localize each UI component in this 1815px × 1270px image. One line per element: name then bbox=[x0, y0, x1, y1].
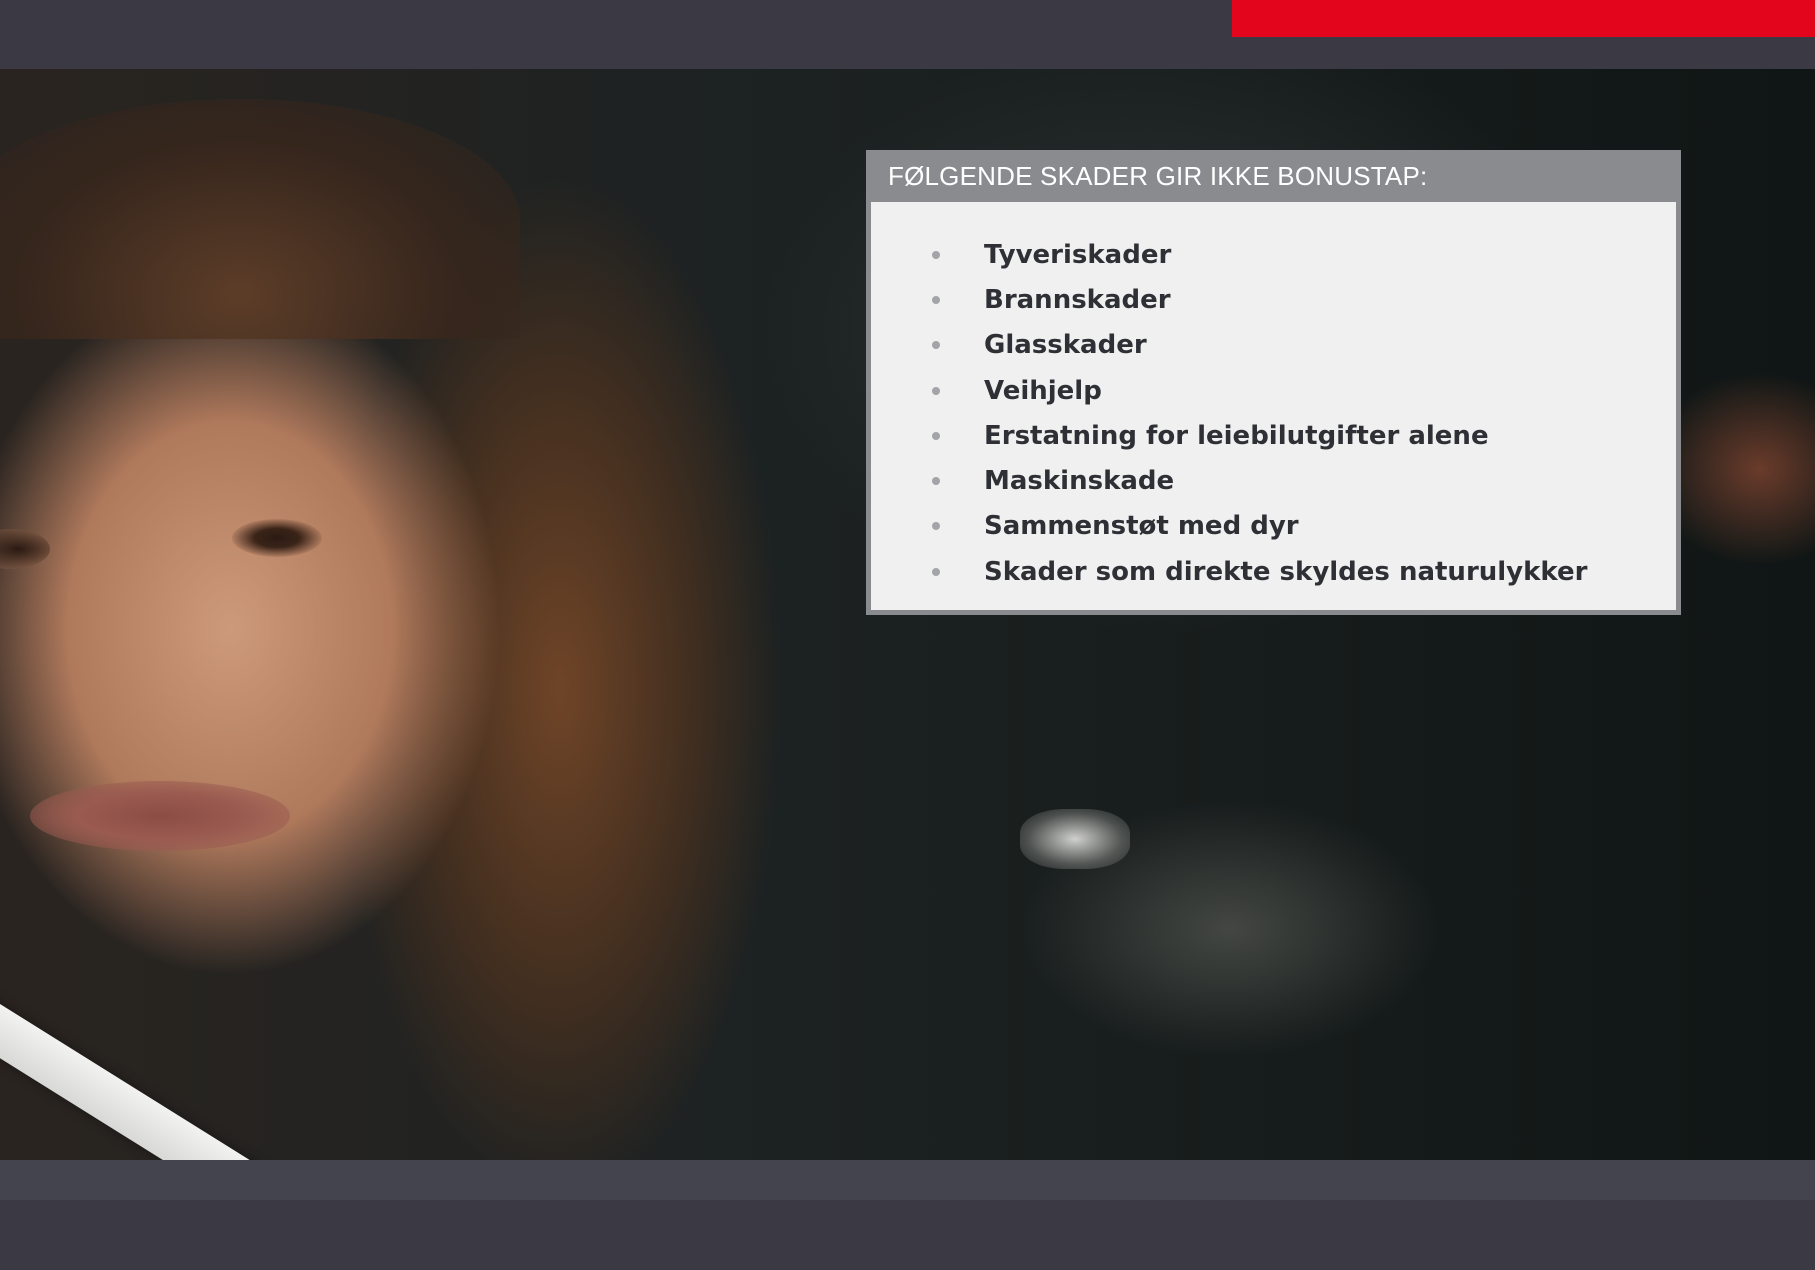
list-item-text: Brannskader bbox=[984, 284, 1171, 315]
list-item: Veihjelp bbox=[871, 368, 1676, 413]
bullet-icon bbox=[932, 386, 940, 395]
bullet-icon bbox=[932, 477, 940, 486]
bullet-icon bbox=[932, 431, 940, 440]
bottom-bar bbox=[0, 1200, 1815, 1270]
photo-light-reflection bbox=[1020, 809, 1130, 869]
photo-lips bbox=[30, 781, 290, 851]
list-item-text: Veihjelp bbox=[984, 375, 1102, 406]
red-accent-bar bbox=[1232, 0, 1815, 37]
damage-list: Tyveriskader Brannskader Glasskader Veih… bbox=[871, 202, 1676, 594]
list-item: Brannskader bbox=[871, 277, 1676, 322]
photo-eye bbox=[232, 519, 322, 557]
list-item-text: Glasskader bbox=[984, 330, 1147, 361]
bullet-icon bbox=[932, 250, 940, 259]
photo-hair bbox=[0, 99, 520, 339]
list-item-text: Tyveriskader bbox=[984, 239, 1172, 270]
list-item: Tyveriskader bbox=[871, 232, 1676, 277]
list-item-text: Sammenstøt med dyr bbox=[984, 511, 1299, 542]
info-box-body: Tyveriskader Brannskader Glasskader Veih… bbox=[871, 202, 1676, 610]
bottom-strip bbox=[0, 1160, 1815, 1200]
list-item: Sammenstøt med dyr bbox=[871, 504, 1676, 549]
list-item: Glasskader bbox=[871, 323, 1676, 368]
bullet-icon bbox=[932, 522, 940, 531]
list-item: Skader som direkte skyldes naturulykker bbox=[871, 549, 1676, 594]
bullet-icon bbox=[932, 295, 940, 304]
list-item: Erstatning for leiebilutgifter alene bbox=[871, 413, 1676, 458]
list-item-text: Skader som direkte skyldes naturulykker bbox=[984, 556, 1588, 587]
bonus-info-box: FØLGENDE SKADER GIR IKKE BONUSTAP: Tyver… bbox=[866, 150, 1681, 615]
photo-eye bbox=[0, 529, 50, 569]
bullet-icon bbox=[932, 567, 940, 576]
photo-car-pillar bbox=[0, 929, 406, 1160]
list-item-text: Maskinskade bbox=[984, 466, 1175, 497]
bullet-icon bbox=[932, 341, 940, 350]
list-item: Maskinskade bbox=[871, 458, 1676, 503]
list-item-text: Erstatning for leiebilutgifter alene bbox=[984, 420, 1489, 451]
info-box-title: FØLGENDE SKADER GIR IKKE BONUSTAP: bbox=[888, 160, 1428, 191]
